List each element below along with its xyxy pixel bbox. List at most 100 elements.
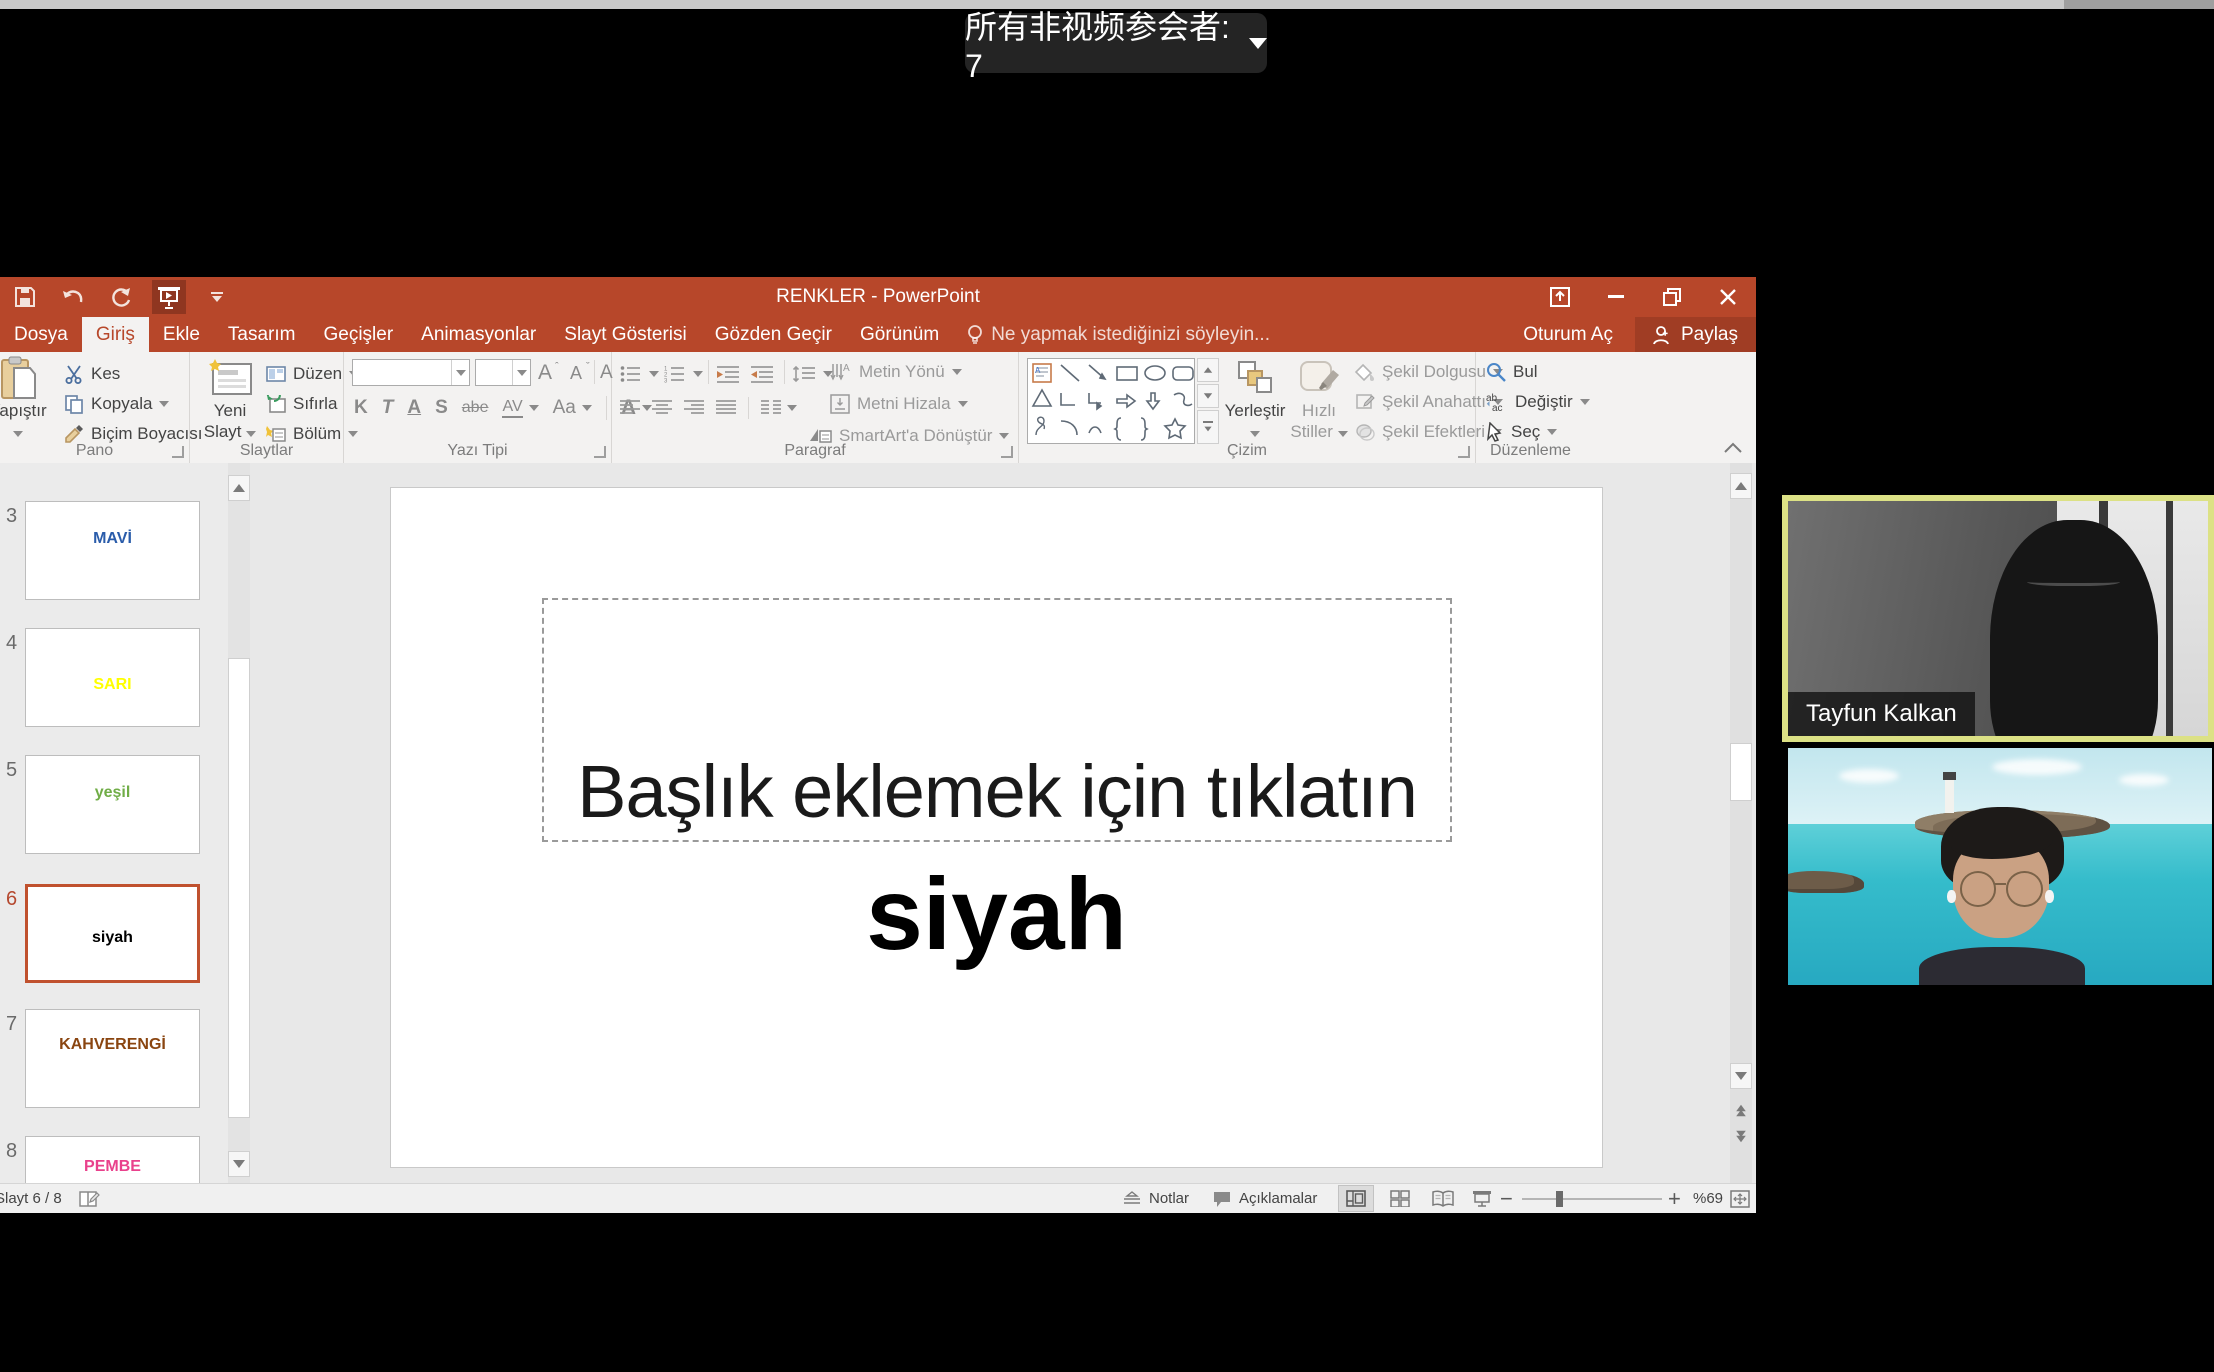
text-direction-button[interactable]: A Metin Yönü [830, 358, 962, 386]
main-scrollbar[interactable] [1730, 463, 1752, 1183]
pano-dialog-launcher[interactable] [172, 446, 184, 458]
tab-tasarim[interactable]: Tasarım [214, 317, 310, 352]
shrink-font-button[interactable]: Aˇ [570, 359, 590, 387]
share-button[interactable]: Paylaş [1635, 317, 1756, 352]
minimize-button[interactable] [1588, 277, 1644, 317]
slide-sorter-view-button[interactable] [1382, 1185, 1418, 1212]
yazi-tipi-dialog-launcher[interactable] [594, 446, 606, 458]
paste-button[interactable]: Yapıştır [0, 356, 50, 442]
text-shadow-button[interactable]: S [435, 397, 448, 419]
align-left-icon[interactable] [620, 400, 640, 416]
ribbon-display-options-icon[interactable] [1532, 277, 1588, 317]
comments-button[interactable]: Açıklamalar [1212, 1184, 1317, 1213]
font-name-caret-icon[interactable] [451, 360, 469, 385]
cut-button[interactable]: Kes [64, 360, 120, 388]
decrease-indent-button[interactable] [716, 360, 740, 388]
thumbnail-scroll-down[interactable] [228, 1151, 250, 1177]
zoom-slider-track[interactable] [1522, 1198, 1662, 1200]
cizim-dialog-launcher[interactable] [1458, 446, 1470, 458]
underline-button[interactable]: A [407, 397, 421, 419]
slide-canvas[interactable]: Başlık eklemek için tıklatın siyah [390, 487, 1603, 1168]
zoom-in-button[interactable]: + [1668, 1184, 1681, 1213]
tab-animasyonlar[interactable]: Animasyonlar [407, 317, 550, 352]
slideshow-view-button[interactable] [1464, 1185, 1500, 1212]
close-button[interactable] [1700, 277, 1756, 317]
tab-giris[interactable]: Giriş [82, 317, 149, 352]
shapes-gallery[interactable]: A [1027, 358, 1195, 444]
group-pano-label: Pano [0, 442, 189, 460]
video-feed-active-speaker[interactable]: Tayfun Kalkan [1782, 495, 2214, 742]
justify-icon[interactable] [716, 400, 736, 416]
sign-in-button[interactable]: Oturum Aç [1523, 324, 1613, 346]
collapse-ribbon-icon[interactable] [1724, 442, 1742, 453]
paragraf-dialog-launcher[interactable] [1001, 446, 1013, 458]
notes-button[interactable]: Notlar [1122, 1184, 1189, 1213]
thumbnail-scroll-up[interactable] [228, 475, 250, 501]
align-center-icon[interactable] [652, 400, 672, 416]
main-scroll-down[interactable] [1730, 1063, 1752, 1089]
replace-button[interactable]: abac Değiştir [1486, 388, 1590, 416]
arrange-button[interactable]: Yerleştir [1223, 356, 1287, 442]
character-spacing-button[interactable]: AV [502, 398, 522, 418]
increase-indent-button[interactable] [750, 360, 774, 388]
participants-dropdown[interactable]: 所有非视频参会者: 7 [965, 13, 1267, 73]
change-case-button[interactable]: Aa [553, 397, 576, 419]
increase-indent-icon [750, 365, 774, 383]
bold-button[interactable]: K [354, 397, 368, 419]
tab-gorunum[interactable]: Görünüm [846, 317, 953, 352]
previous-slide-button[interactable] [1730, 1099, 1752, 1121]
title-placeholder[interactable]: Başlık eklemek için tıklatın [542, 598, 1452, 842]
tab-gecisler[interactable]: Geçişler [309, 317, 407, 352]
columns-icon[interactable] [761, 400, 781, 416]
tab-slayt-gosterisi[interactable]: Slayt Gösterisi [550, 317, 700, 352]
shapes-scroll-up[interactable] [1197, 358, 1219, 382]
font-size-combobox[interactable] [475, 359, 531, 386]
clipboard-icon [0, 356, 50, 400]
select-label: Seç [1511, 422, 1540, 442]
strikethrough-button[interactable]: abe [462, 399, 489, 417]
section-label: Bölüm [293, 424, 341, 444]
slide-body-text[interactable]: siyah [391, 856, 1602, 973]
bullets-button[interactable] [620, 360, 659, 388]
video-feed-participant[interactable] [1788, 748, 2212, 985]
reading-view-button[interactable] [1425, 1185, 1461, 1212]
layout-icon [266, 366, 286, 382]
line-spacing-button[interactable] [792, 360, 833, 388]
align-text-button[interactable]: Metni Hizala [830, 390, 968, 418]
display-settings-icon[interactable] [78, 1184, 100, 1213]
font-name-combobox[interactable] [352, 359, 470, 386]
clear-formatting-button[interactable]: A [600, 359, 613, 387]
tell-me-box[interactable]: Ne yapmak istediğinizi söyleyin... [953, 317, 1284, 352]
main-scroll-thumb[interactable] [1730, 743, 1752, 801]
normal-view-button[interactable] [1338, 1185, 1374, 1212]
align-right-icon[interactable] [684, 400, 704, 416]
numbering-button[interactable]: 123 [664, 360, 703, 388]
glasses-right-lens [2006, 871, 2042, 907]
find-button[interactable]: Bul [1486, 358, 1538, 386]
zoom-out-button[interactable]: − [1500, 1184, 1513, 1213]
font-size-caret-icon[interactable] [512, 360, 530, 385]
paste-label: Yapıştır [0, 400, 50, 421]
next-slide-button[interactable] [1730, 1125, 1752, 1147]
zoom-level[interactable]: %69 [1693, 1184, 1723, 1213]
restore-button[interactable] [1644, 277, 1700, 317]
participants-label: 所有非视频参会者: 7 [965, 2, 1231, 85]
shapes-more-button[interactable] [1197, 410, 1219, 444]
quick-styles-button[interactable]: Hızlı Stiller [1287, 356, 1351, 442]
new-slide-button[interactable]: Yeni Slayt [198, 356, 262, 442]
italic-button[interactable]: T [382, 397, 394, 419]
tab-gozden-gecir[interactable]: Gözden Geçir [701, 317, 846, 352]
tab-ekle[interactable]: Ekle [149, 317, 214, 352]
zoom-slider-thumb[interactable] [1556, 1191, 1563, 1207]
thumbnail-scroll-thumb[interactable] [228, 658, 250, 1118]
shape-fill-icon [1355, 363, 1375, 381]
reset-button[interactable]: Sıfırla [266, 390, 337, 418]
main-scroll-up[interactable] [1730, 473, 1752, 499]
grow-font-button[interactable]: Aˆ [538, 359, 559, 387]
fit-to-window-button[interactable] [1730, 1184, 1750, 1213]
thumbnail-scrollbar[interactable] [228, 463, 250, 1183]
shapes-scroll-down[interactable] [1197, 384, 1219, 408]
tab-dosya[interactable]: Dosya [0, 317, 82, 352]
quick-styles-icon [1287, 356, 1351, 400]
copy-button[interactable]: Kopyala [64, 390, 169, 418]
